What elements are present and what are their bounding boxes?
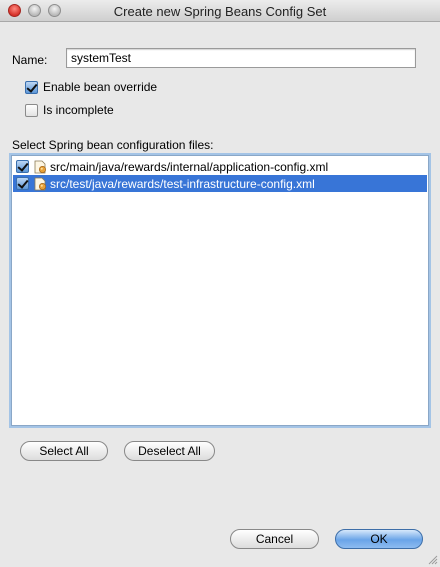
title-bar[interactable]: Create new Spring Beans Config Set xyxy=(0,0,440,22)
file-item-checkbox[interactable] xyxy=(16,177,29,190)
resize-grip-icon[interactable] xyxy=(427,554,438,565)
file-list-item[interactable]: src/main/java/rewards/internal/applicati… xyxy=(13,158,427,175)
cancel-button[interactable]: Cancel xyxy=(230,529,319,549)
name-label: Name: xyxy=(12,53,48,67)
is-incomplete-checkmark[interactable] xyxy=(25,103,38,117)
ok-button[interactable]: OK xyxy=(335,529,423,549)
file-item-path: src/test/java/rewards/test-infrastructur… xyxy=(50,176,315,191)
spring-beans-xml-icon xyxy=(34,177,47,190)
is-incomplete-label: Is incomplete xyxy=(43,103,114,117)
file-item-path: src/main/java/rewards/internal/applicati… xyxy=(50,159,329,174)
dialog-window: Create new Spring Beans Config Set Name:… xyxy=(0,0,440,567)
config-files-list[interactable]: src/main/java/rewards/internal/applicati… xyxy=(11,155,429,426)
file-item-checkbox[interactable] xyxy=(16,160,29,173)
spring-beans-xml-icon xyxy=(34,160,47,173)
is-incomplete-checkbox[interactable]: Is incomplete xyxy=(25,103,114,117)
name-input[interactable] xyxy=(66,48,416,68)
file-list-item-selected[interactable]: src/test/java/rewards/test-infrastructur… xyxy=(13,175,427,192)
enable-bean-override-checkmark[interactable] xyxy=(25,80,38,94)
window-title: Create new Spring Beans Config Set xyxy=(113,4,327,19)
enable-bean-override-label: Enable bean override xyxy=(43,80,158,94)
select-all-button[interactable]: Select All xyxy=(20,441,108,461)
deselect-all-button[interactable]: Deselect All xyxy=(124,441,215,461)
enable-bean-override-checkbox[interactable]: Enable bean override xyxy=(25,80,157,94)
config-files-section-label: Select Spring bean configuration files: xyxy=(12,138,214,152)
